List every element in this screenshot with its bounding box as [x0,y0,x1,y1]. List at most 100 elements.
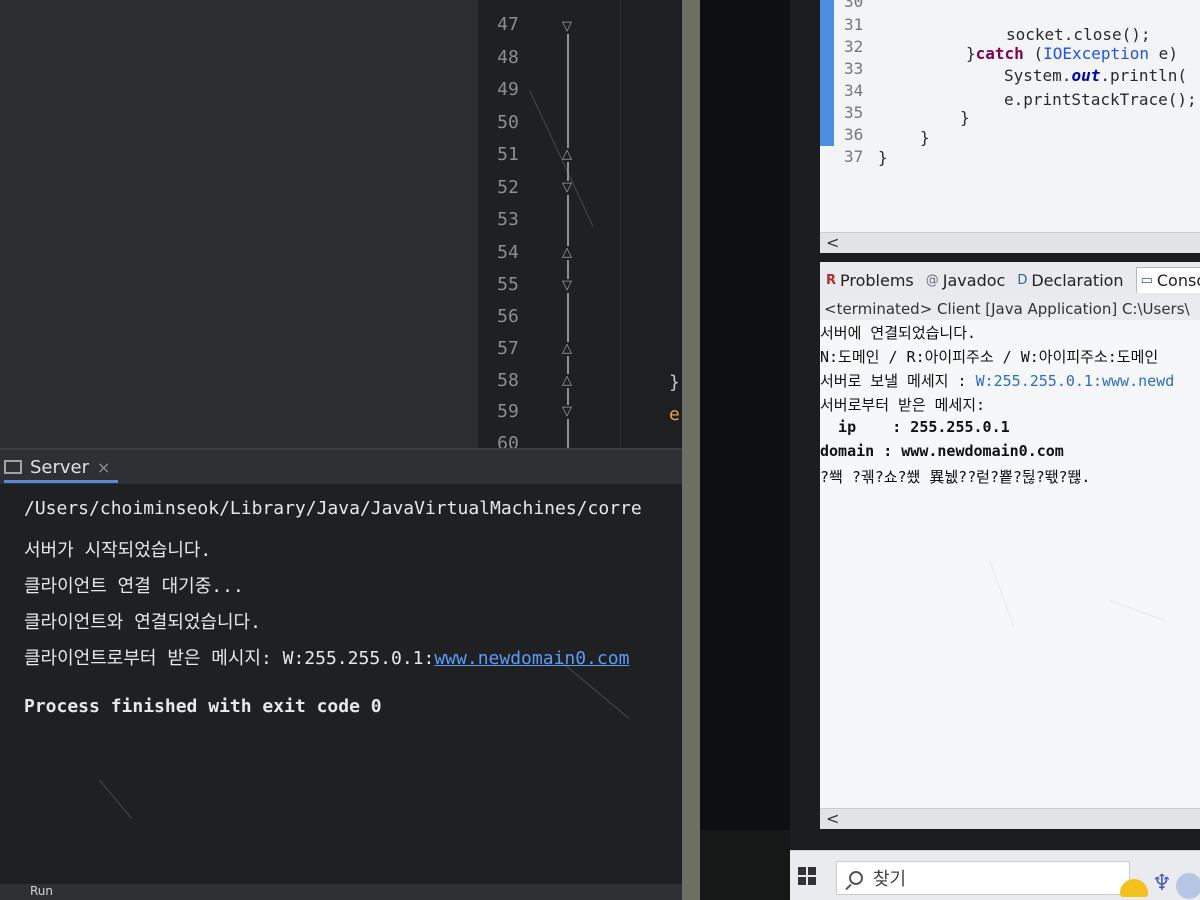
line-number: 47 [497,14,519,35]
line-number: 53 [497,209,519,230]
line-number: 57 [497,338,519,359]
line-number: 58 [497,370,519,391]
terminated-status: <terminated> Client [Java Application] C… [820,298,1200,320]
run-console[interactable]: /Users/choiminseok/Library/Java/JavaVirt… [0,484,682,900]
search-icon [849,871,863,885]
fold-open-icon[interactable]: ▽ [560,279,574,293]
code-token: System. [1004,66,1072,85]
line-number: 56 [497,306,519,327]
tab-javadoc[interactable]: @ Javadoc [926,271,1006,290]
view-tabs: RProblems @Javadoc DDeclaration ▭Console [820,262,1200,299]
editor-horizontal-scrollbar[interactable]: < [820,232,1200,253]
console-line: 서버에 연결되었습니다. [820,324,977,342]
console-text: 클라이언트로부터 받은 메시지: W:255.255.0.1: [24,648,435,669]
tab-console[interactable]: ▭Console [1135,267,1200,293]
console-line: 클라이언트 연결 대기중... [24,576,244,597]
intellij-screen: 47 48 49 50 51 52 53 54 55 56 57 58 59 6… [0,0,700,900]
console-text: 서버로 보낼 메세지 : [820,372,976,390]
console-line: 서버로 보낼 메세지 : W:255.255.0.1:www.newd [820,370,1174,391]
app-icon[interactable] [1176,873,1200,899]
console-line: domain : www.newdomain0.com [820,442,1064,460]
code-token: e) [1149,44,1178,63]
line-number: 32 [844,37,864,56]
tab-label: Declaration [1031,270,1124,290]
code-brace: } [669,372,680,393]
line-number: 54 [497,242,519,263]
fold-close-icon[interactable]: △ [560,374,574,388]
console-horizontal-scrollbar[interactable]: < [820,808,1200,829]
tab-label: Problems [840,270,914,290]
tab-server[interactable]: Server × [4,454,119,483]
line-number-gutter: 47 48 49 50 51 52 53 54 55 56 57 58 59 6… [478,0,620,454]
user-input-echo: W:255.255.0.1:www.newd [975,372,1175,390]
code-line: e.printStackTrace(); [1004,90,1197,109]
helmet-icon[interactable] [1120,879,1148,897]
code-line: } [960,108,970,127]
close-icon[interactable]: × [97,458,110,477]
line-number: 48 [497,47,519,68]
tab-label: Server [30,456,90,478]
domain-link[interactable]: www.newdomain0.com [434,648,629,669]
tab-label: Javadoc [942,270,1006,290]
console-icon: ▭ [1140,273,1153,288]
editor-area[interactable] [0,0,478,452]
line-number: 37 [844,147,864,166]
tab-declaration[interactable]: D Declaration [1017,271,1123,290]
fold-close-icon[interactable]: △ [560,246,574,260]
editor-margin [820,0,834,146]
code-keyword: catch [975,44,1024,63]
scroll-left-icon[interactable]: < [826,233,839,252]
console-line: 클라이언트와 연결되었습니다. [24,612,261,633]
run-tab[interactable]: Run [30,884,53,898]
windows-taskbar: 찾기 ♆ [790,850,1200,900]
code-field: out [1071,66,1101,85]
console-line: 클라이언트로부터 받은 메시지: W:255.255.0.1:www.newdo… [24,644,629,670]
search-placeholder: 찾기 [873,869,907,890]
line-number: 35 [844,103,864,122]
console-line: ?쐑 ?궦?쇼?쐤 異뉎??럳?뿉?뒪?뙋?뙎. [820,468,1091,486]
problems-icon: R [826,272,837,288]
exit-message: Process finished with exit code 0 [24,696,382,717]
code-line: } [920,128,930,147]
line-number: 31 [844,15,864,34]
fold-open-icon[interactable]: ▽ [560,405,574,419]
bottom-toolbar: Run [0,884,682,900]
declaration-icon: D [1017,272,1028,288]
console-line: 서버로부터 받은 메세지: [820,396,986,414]
eclipse-screen: 30 31 32 33 34 35 36 37 socket.close(); … [790,0,1200,900]
code-type: IOException [1043,44,1150,63]
javadoc-icon: @ [925,272,939,288]
line-number: 33 [844,59,864,78]
tab-problems[interactable]: R Problems [826,271,914,290]
console-icon [4,460,22,474]
console-line: ip : 255.255.0.1 [820,418,1010,436]
fold-close-icon[interactable]: △ [560,342,574,356]
fold-open-icon[interactable]: ▽ [560,20,574,34]
console-line: 서버가 시작되었습니다. [24,540,212,561]
console-line: N:도메인 / R:아이피주소 / W:아이피주소:도메인 [820,348,1159,366]
line-number: 34 [844,81,864,100]
client-console[interactable]: <terminated> Client [Java Application] C… [820,298,1200,808]
line-number: 50 [497,112,519,133]
code-line: System.out.println( [1004,66,1187,85]
code-line: socket.close(); [1006,25,1151,44]
code-editor[interactable]: 30 31 32 33 34 35 36 37 socket.close(); … [820,0,1200,250]
stethoscope-icon[interactable]: ♆ [1152,871,1172,896]
code-fragment: e [669,404,680,425]
photo-of-two-screens: 47 48 49 50 51 52 53 54 55 56 57 58 59 6… [0,0,1200,900]
line-number: 51 [497,144,519,165]
code-token: ( [1023,44,1044,63]
code-token: .println( [1100,66,1188,85]
code-line: }catch (IOException e) [966,44,1178,63]
line-number: 59 [497,401,519,422]
line-number: 36 [844,125,864,144]
windows-start-icon[interactable] [798,867,816,885]
line-number: 55 [497,274,519,295]
line-number: 30 [844,0,864,11]
taskbar-search[interactable]: 찾기 [836,861,1130,895]
bezel-edge [682,0,700,900]
tool-window-header: Server × [0,448,700,484]
fold-rail [567,25,569,455]
code-token: } [966,44,976,63]
scroll-left-icon[interactable]: < [826,809,839,828]
